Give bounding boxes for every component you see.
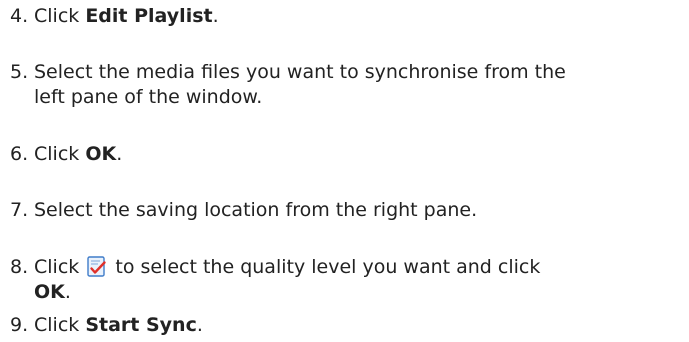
step-text: Click (34, 314, 86, 336)
step-number: 6. (10, 143, 29, 165)
step-text-line-1: Select the media files you want to synch… (34, 61, 566, 83)
step-bold-label: Edit Playlist (85, 5, 213, 27)
step-number: 4. (10, 5, 29, 27)
step-bold-label: OK (85, 143, 117, 165)
step-9: 9. Click Start Sync. (10, 313, 686, 338)
step-number: 5. (10, 61, 29, 83)
step-number: 8. (10, 256, 29, 278)
step-punct: . (212, 5, 219, 27)
step-bold-label: OK (34, 281, 65, 303)
step-text: Click (34, 143, 86, 165)
step-punct: . (116, 143, 123, 165)
step-text-line-2: left pane of the window. (34, 86, 263, 108)
step-7: 7. Select the saving location from the r… (10, 198, 686, 223)
step-number: 9. (10, 314, 29, 336)
step-punct: . (196, 314, 203, 336)
step-punct: . (64, 281, 71, 303)
step-bold-label: Start Sync (85, 314, 197, 336)
step-6: 6. Click OK. (10, 142, 686, 167)
step-text-continued: to select the quality level you want and… (109, 256, 541, 278)
instruction-steps: 4. Click Edit Playlist. 5. Select the me… (0, 0, 689, 342)
step-4: 4. Click Edit Playlist. (10, 4, 686, 29)
step-5: 5. Select the media files you want to sy… (10, 60, 686, 110)
quality-settings-icon (87, 256, 107, 277)
step-number: 7. (10, 199, 29, 221)
step-text: Select the saving location from the righ… (34, 199, 478, 221)
step-text: Click (34, 5, 86, 27)
step-8: 8. Click to select the quality level you… (10, 255, 686, 305)
step-text: Click (34, 256, 86, 278)
